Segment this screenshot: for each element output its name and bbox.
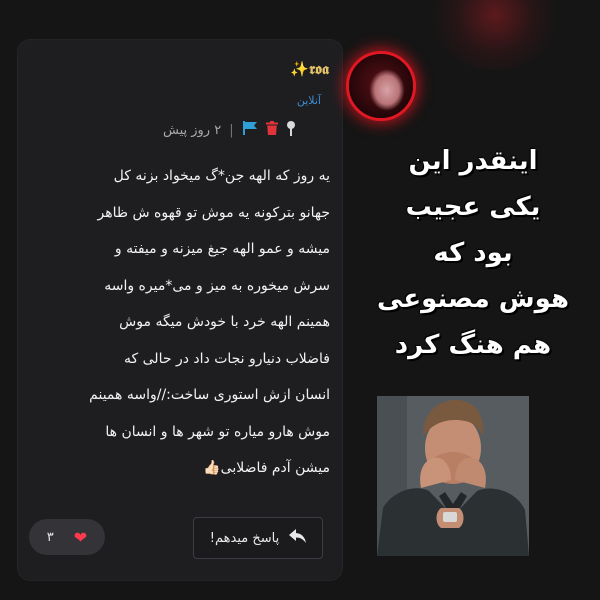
flag-icon[interactable]	[242, 121, 258, 139]
post-time: ۲ روز پیش	[163, 122, 222, 138]
post-line: فاضلاب دنیارو نجات داد در حالی که	[124, 350, 330, 367]
post-line: جهانو بترکونه یه موش تو قهوه ش ظاهر	[97, 204, 330, 221]
username[interactable]: ✨𝖗𝖔𝖆	[290, 60, 329, 78]
avatar-image	[349, 54, 413, 118]
post-line-text: میشن آدم فاضلابی	[220, 460, 330, 476]
thumbs-up-emoji: 👍🏻	[203, 460, 221, 476]
post-line: همینم الهه خرد با خودش میگه موش	[119, 314, 330, 330]
like-button[interactable]: ۳ ❤	[29, 519, 105, 555]
post-line: انسان ازش استوری ساخت://واسه همینم	[89, 387, 330, 403]
post-line: سرش میخوره به میز و می*میره واسه	[104, 277, 330, 294]
post-line: میشه و عمو الهه جیغ میزنه و میفته و	[114, 241, 330, 257]
reply-button[interactable]: پاسخ میدهم!	[193, 517, 323, 559]
post-meta: ۲ روز پیش |	[163, 119, 296, 141]
caption-line: یکی عجیب	[405, 192, 541, 222]
meta-separator: |	[229, 122, 234, 138]
background-glow	[430, 0, 560, 70]
post-line: یه روز که الهه جن*گ میخواد بزنه کل	[113, 168, 330, 184]
reply-icon	[289, 529, 307, 547]
like-count: ۳	[46, 529, 54, 545]
post-line: موش هارو میاره تو شهر ها و انسان ها	[105, 423, 330, 440]
post-line-last: میشن آدم فاضلابی👍🏻	[30, 450, 330, 487]
caption-line: اینقدر این	[408, 146, 538, 176]
meme-caption: اینقدر این یکی عجیب بود که هوش مصنوعی هم…	[368, 138, 578, 368]
caption-line: هوش مصنوعی	[377, 284, 569, 314]
meme-image	[377, 396, 529, 556]
caption-line: بود که	[433, 238, 513, 268]
reply-button-label: پاسخ میدهم!	[209, 530, 280, 546]
online-status: آنلاین	[296, 94, 321, 107]
post-body: یه روز که الهه جن*گ میخواد بزنه کل جهانو…	[30, 158, 330, 487]
pin-icon[interactable]	[286, 120, 296, 140]
heart-icon: ❤	[73, 527, 88, 547]
caption-line: هم هنگ کرد	[394, 330, 552, 360]
avatar[interactable]	[346, 51, 416, 121]
trash-icon[interactable]	[265, 121, 278, 139]
